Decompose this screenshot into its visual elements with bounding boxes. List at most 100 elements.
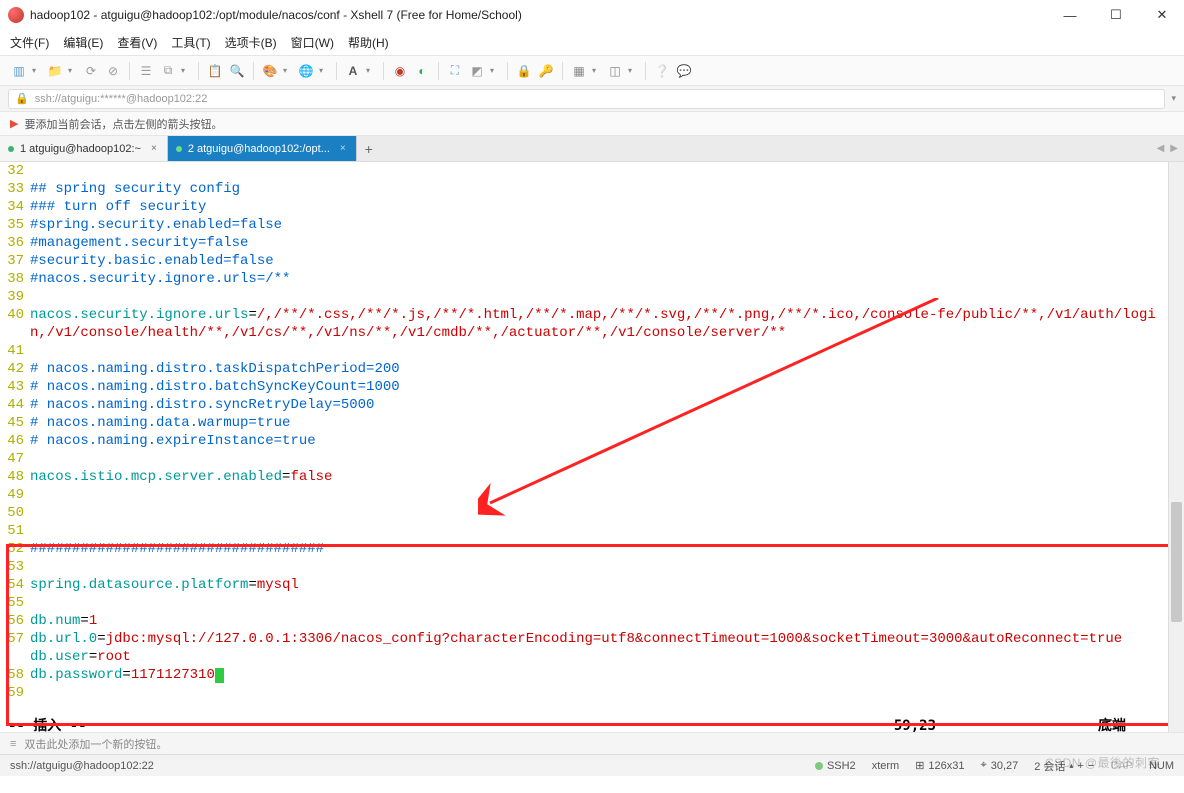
color-icon[interactable]: 🎨 bbox=[261, 62, 279, 80]
line-number: 59 bbox=[0, 684, 24, 702]
key-icon[interactable]: 🔑 bbox=[537, 62, 555, 80]
code-line: # nacos.naming.distro.syncRetryDelay=500… bbox=[30, 396, 1168, 414]
code-line: # nacos.naming.distro.batchSyncKeyCount=… bbox=[30, 378, 1168, 396]
grid-icon: ⊞ bbox=[915, 759, 924, 772]
tab-1[interactable]: 1 atguigu@hadoop102:~ × bbox=[0, 136, 168, 161]
minimize-button[interactable]: — bbox=[1056, 4, 1084, 26]
vim-statusline: -- 插入 -- 59,23 底端 bbox=[8, 717, 1176, 732]
hint-text: 要添加当前会话，点击左侧的箭头按钮。 bbox=[24, 116, 222, 132]
chat-icon[interactable]: 💬 bbox=[675, 62, 693, 80]
menu-view[interactable]: 查看(V) bbox=[117, 34, 157, 51]
find-icon[interactable]: 🔍 bbox=[228, 62, 246, 80]
addressbar: 🔒 ssh://atguigu:******@hadoop102:22 ▾ bbox=[0, 86, 1184, 112]
code-line: ### turn off security bbox=[30, 198, 1168, 216]
bottom-hintbar: ≡ 双击此处添加一个新的按钮。 bbox=[0, 732, 1184, 754]
disconnect-icon[interactable]: ⊘ bbox=[104, 62, 122, 80]
status-size: 126x31 bbox=[928, 760, 964, 772]
code-line bbox=[30, 522, 1168, 540]
status-protocol: SSH2 bbox=[827, 760, 856, 772]
tab-2[interactable]: 2 atguigu@hadoop102:/opt... × bbox=[168, 136, 357, 161]
terminal-editor[interactable]: 323334353637383940 414243444546474849505… bbox=[0, 162, 1184, 732]
layout-icon[interactable]: ▦ bbox=[570, 62, 588, 80]
tab-prev-icon[interactable]: ◀ bbox=[1157, 143, 1165, 154]
watermark: CSDN @最後的刺客 bbox=[1045, 754, 1160, 771]
maximize-button[interactable]: ☐ bbox=[1102, 4, 1130, 26]
line-number: 56 bbox=[0, 612, 24, 630]
code-line bbox=[30, 162, 1168, 180]
vim-mode: -- 插入 -- bbox=[8, 717, 87, 732]
lock-small-icon: 🔒 bbox=[15, 92, 29, 105]
line-number: 49 bbox=[0, 486, 24, 504]
split-icon[interactable]: ◫ bbox=[606, 62, 624, 80]
new-session-icon[interactable]: ▥ bbox=[10, 62, 28, 80]
code-line: #nacos.security.ignore.urls=/** bbox=[30, 270, 1168, 288]
menu-help[interactable]: 帮助(H) bbox=[348, 34, 389, 51]
line-number: 32 bbox=[0, 162, 24, 180]
circle-icon[interactable]: ◐ bbox=[413, 62, 431, 80]
status-dot-icon bbox=[176, 146, 182, 152]
code-line bbox=[30, 504, 1168, 522]
line-number: 41 bbox=[0, 342, 24, 360]
code-line: db.password=1171127310 bbox=[30, 666, 1168, 684]
close-button[interactable]: ✕ bbox=[1148, 4, 1176, 26]
line-gutter: 323334353637383940 414243444546474849505… bbox=[0, 162, 30, 702]
menu-tools[interactable]: 工具(T) bbox=[171, 34, 210, 51]
status-cursor: 30,27 bbox=[991, 760, 1019, 772]
font-icon[interactable]: A bbox=[344, 62, 362, 80]
fullscreen-icon[interactable]: ⛶ bbox=[446, 62, 464, 80]
code-area[interactable]: ## spring security config### turn off se… bbox=[30, 162, 1184, 702]
line-number: 34 bbox=[0, 198, 24, 216]
menu-window[interactable]: 窗口(W) bbox=[291, 34, 334, 51]
menu-tabs[interactable]: 选项卡(B) bbox=[225, 34, 277, 51]
line-number: 58 bbox=[0, 666, 24, 684]
line-number: 37 bbox=[0, 252, 24, 270]
reconnect-icon[interactable]: ⟳ bbox=[82, 62, 100, 80]
code-line: nacos.istio.mcp.server.enabled=false bbox=[30, 468, 1168, 486]
cursor-icon: ⌖ bbox=[981, 759, 987, 772]
line-number: 36 bbox=[0, 234, 24, 252]
code-line: # nacos.naming.expireInstance=true bbox=[30, 432, 1168, 450]
line-number: 51 bbox=[0, 522, 24, 540]
code-line bbox=[30, 594, 1168, 612]
menu-edit[interactable]: 编辑(E) bbox=[63, 34, 103, 51]
address-drop-icon[interactable]: ▾ bbox=[1171, 93, 1176, 104]
paste-icon[interactable]: 📋 bbox=[206, 62, 224, 80]
copy-icon[interactable]: ⧉ bbox=[159, 62, 177, 80]
titlebar: hadoop102 - atguigu@hadoop102:/opt/modul… bbox=[0, 0, 1184, 30]
address-input[interactable]: 🔒 ssh://atguigu:******@hadoop102:22 bbox=[8, 89, 1165, 109]
code-line: # nacos.naming.distro.taskDispatchPeriod… bbox=[30, 360, 1168, 378]
swirl-icon[interactable]: ◉ bbox=[391, 62, 409, 80]
lock-icon[interactable]: 🔒 bbox=[515, 62, 533, 80]
help-icon[interactable]: ❔ bbox=[653, 62, 671, 80]
menu-file[interactable]: 文件(F) bbox=[10, 34, 49, 51]
vim-location: 底端 bbox=[1098, 717, 1126, 732]
tab-add-button[interactable]: + bbox=[357, 136, 381, 161]
code-line bbox=[30, 558, 1168, 576]
vim-position: 59,23 bbox=[894, 717, 936, 732]
status-path: ssh://atguigu@hadoop102:22 bbox=[10, 760, 154, 772]
tab-next-icon[interactable]: ▶ bbox=[1170, 143, 1178, 154]
status-term: xterm bbox=[872, 760, 900, 772]
code-line: #security.basic.enabled=false bbox=[30, 252, 1168, 270]
line-number: 45 bbox=[0, 414, 24, 432]
code-line: db.num=1 bbox=[30, 612, 1168, 630]
toolbar: ▥▾ 📁▾ ⟳ ⊘ ☰ ⧉▾ 📋 🔍 🎨▾ 🌐▾ A▾ ◉ ◐ ⛶ ◩▾ 🔒 🔑… bbox=[0, 56, 1184, 86]
flag-icon: ▶ bbox=[10, 117, 18, 130]
address-text: ssh://atguigu:******@hadoop102:22 bbox=[35, 93, 208, 105]
line-number: 54 bbox=[0, 576, 24, 594]
tab-1-label: 1 atguigu@hadoop102:~ bbox=[20, 143, 141, 155]
line-number: 47 bbox=[0, 450, 24, 468]
line-number: 40 bbox=[0, 306, 24, 324]
scrollbar[interactable] bbox=[1168, 162, 1184, 732]
properties-icon[interactable]: ☰ bbox=[137, 62, 155, 80]
open-icon[interactable]: 📁 bbox=[46, 62, 64, 80]
tab-close-icon[interactable]: × bbox=[151, 143, 157, 154]
code-line: db.user=root bbox=[30, 648, 1168, 666]
scrollbar-thumb[interactable] bbox=[1171, 502, 1182, 622]
transparent-icon[interactable]: ◩ bbox=[468, 62, 486, 80]
menu-icon[interactable]: ≡ bbox=[10, 738, 16, 750]
code-line bbox=[30, 486, 1168, 504]
globe-icon[interactable]: 🌐 bbox=[297, 62, 315, 80]
tab-close-icon[interactable]: × bbox=[340, 143, 346, 154]
status-connected-icon bbox=[815, 762, 823, 770]
